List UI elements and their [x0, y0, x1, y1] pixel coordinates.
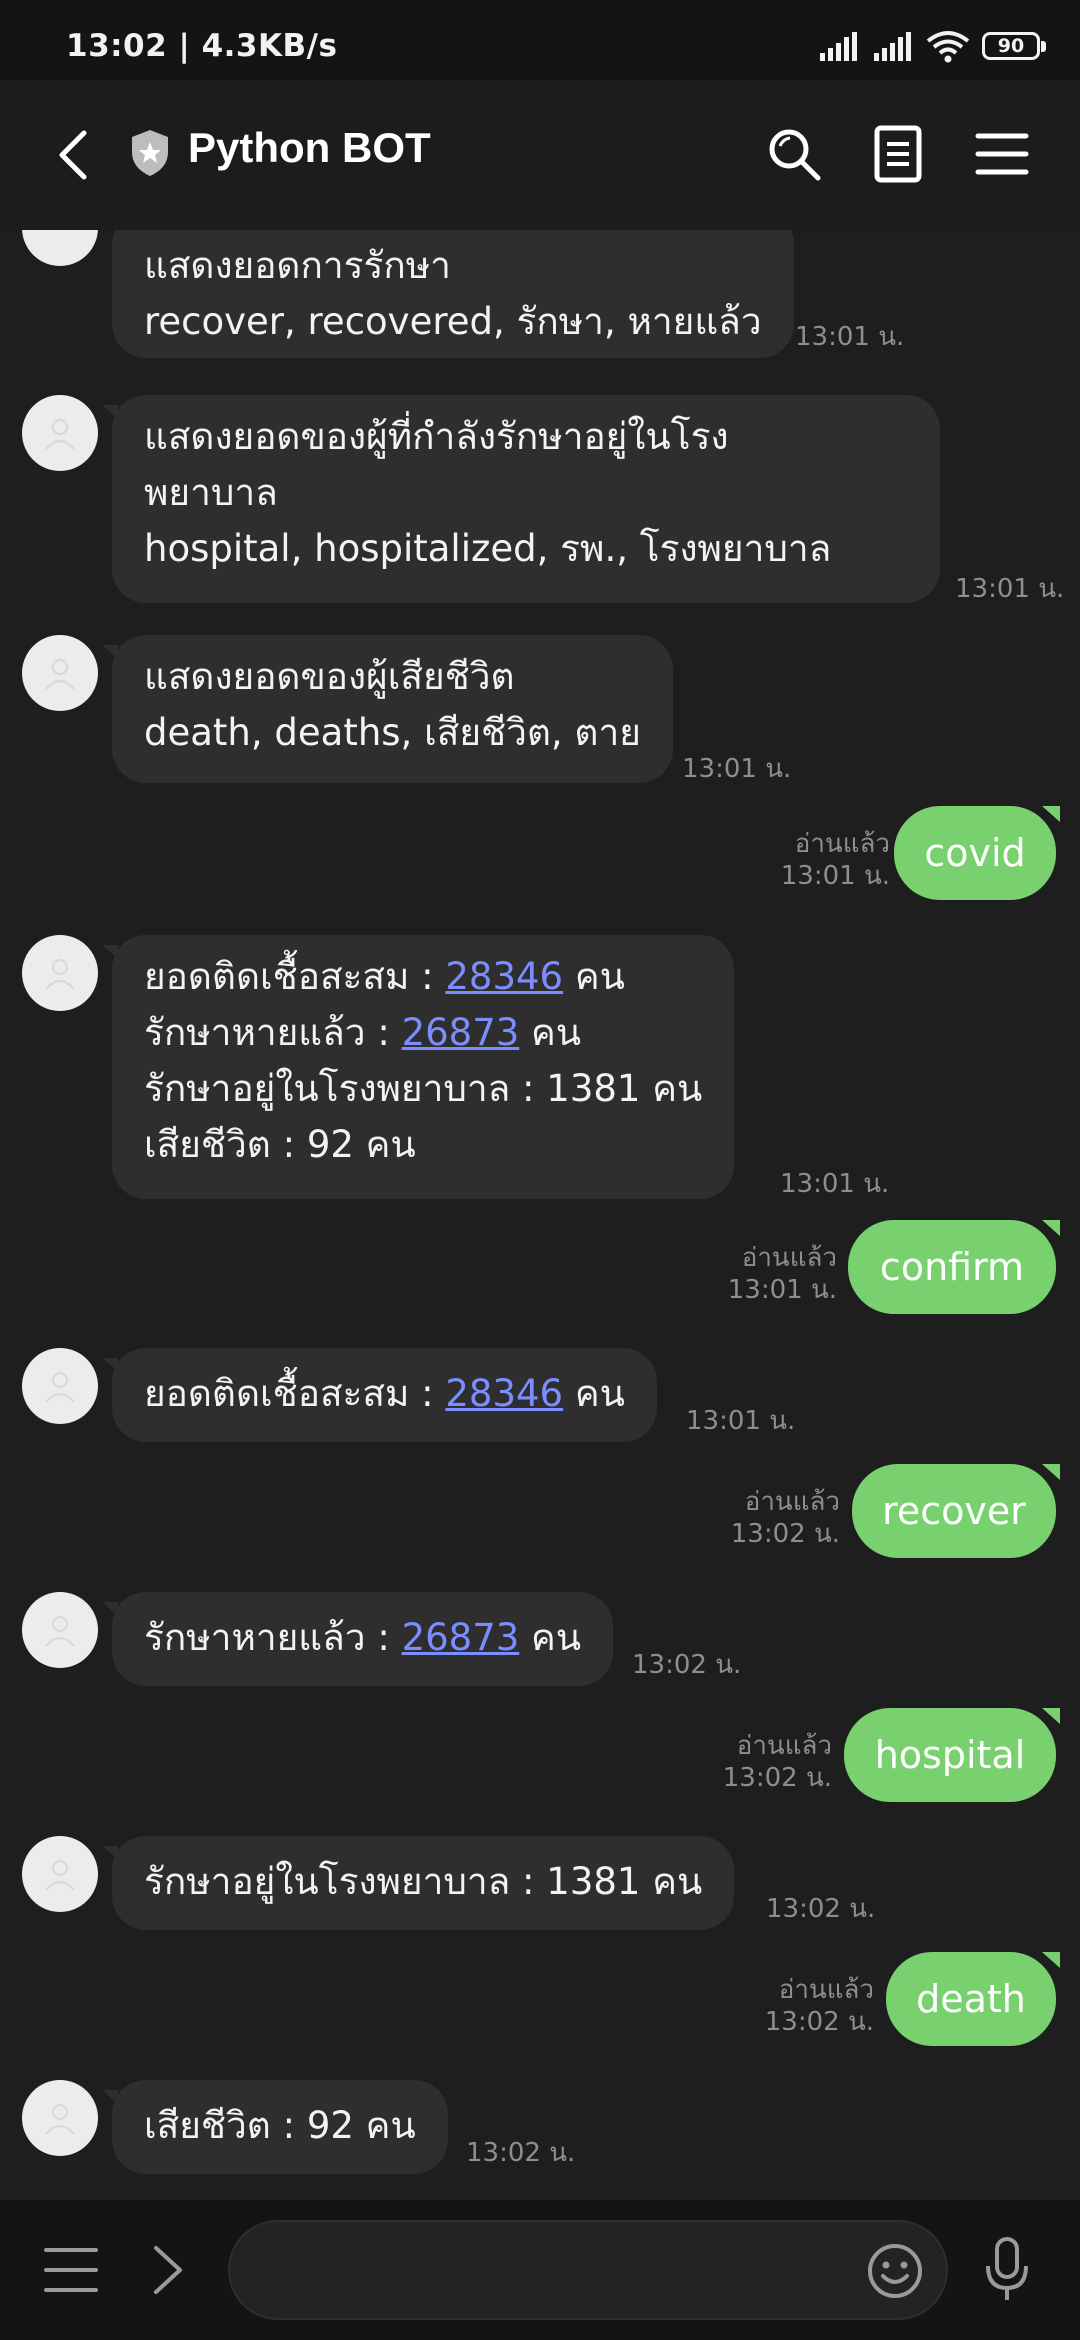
message-time: 13:02 น. [730, 1519, 840, 1549]
message-text: รักษาหายแล้ว : [144, 1616, 402, 1659]
message-text: คน [519, 1011, 582, 1054]
read-receipt: อ่านแล้ว [744, 1487, 840, 1517]
message-text: recover, recovered, รักษา, หายแล้ว [144, 300, 762, 343]
message-time: 13:01 น. [795, 322, 905, 352]
message-text: แสดงยอดของผู้เสียชีวิต [144, 655, 515, 698]
message-text: คน [563, 955, 625, 998]
message-text: hospital, hospitalized, รพ., โรงพยาบาล [144, 527, 832, 570]
message-text: แสดงยอดการรักษา [144, 244, 451, 287]
message-text: พยาบาล [144, 471, 278, 514]
composer-bar [0, 2200, 1080, 2340]
message-bubble[interactable]: แสดงยอดของผู้ที่กำลังรักษาอยู่ในโรง พยาบ… [102, 395, 940, 603]
avatar[interactable] [22, 635, 98, 711]
avatar[interactable] [22, 395, 98, 471]
default-avatar-icon [45, 1616, 75, 1647]
battery-indicator: 90 [982, 32, 1046, 60]
default-avatar-icon [45, 419, 75, 450]
signal-icon-2 [874, 32, 911, 61]
message-bubble[interactable]: รักษาหายแล้ว : 26873 คน [101, 1592, 614, 1686]
chevron-right-icon[interactable] [150, 2244, 186, 2296]
avatar[interactable] [22, 1836, 98, 1912]
status-time: 13:02 | 4.3KB/s [66, 28, 338, 64]
message-text: รักษาหายแล้ว : [144, 1011, 402, 1054]
message-line: ยอดติดเชื้อสะสม : 28346 คน [144, 949, 702, 1005]
chat-header: Python BOT [0, 80, 1080, 230]
message-bubble[interactable]: confirm [848, 1220, 1056, 1314]
back-arrow-icon[interactable] [50, 125, 100, 185]
chat-title: Python BOT [188, 124, 431, 171]
message-bubble[interactable]: เสียชีวิต : 92 คน [102, 2080, 448, 2174]
message-text: รักษาอยู่ในโรงพยาบาล : 1381 คน [144, 1067, 703, 1110]
search-icon[interactable] [764, 124, 824, 184]
default-avatar-icon [45, 1372, 75, 1403]
message-bubble[interactable]: hospital [844, 1708, 1056, 1802]
wifi-icon [926, 31, 970, 63]
message-bubble[interactable]: death [886, 1952, 1056, 2046]
message-list[interactable]: แสดงยอดการรักษา recover, recovered, รักษ… [0, 230, 1080, 2200]
message-input-container[interactable] [228, 2220, 948, 2320]
message-time: 13:02 น. [466, 2138, 576, 2168]
message-text: คน [519, 1616, 582, 1659]
emoji-icon[interactable] [866, 2242, 924, 2300]
menu-icon[interactable] [972, 124, 1032, 184]
message-bubble[interactable]: ยอดติดเชื้อสะสม : 28346 คน [102, 1348, 657, 1442]
message-line: รักษาหายแล้ว : 26873 คน [144, 1005, 702, 1061]
message-meta: อ่านแล้ว 13:01 น. [728, 1242, 837, 1306]
signal-icon [820, 32, 857, 61]
message-text: คน [563, 1372, 625, 1415]
default-avatar-icon [45, 1860, 75, 1891]
hamburger-icon[interactable] [44, 2246, 98, 2294]
message-meta: อ่านแล้ว 13:02 น. [765, 1974, 874, 2038]
read-receipt: อ่านแล้ว [794, 829, 890, 859]
avatar[interactable] [22, 1592, 98, 1668]
message-meta: อ่านแล้ว 13:02 น. [723, 1730, 832, 1794]
default-avatar-icon [45, 959, 75, 990]
message-bubble[interactable]: recover [852, 1464, 1056, 1558]
message-bubble[interactable]: covid [894, 806, 1056, 900]
message-time: 13:02 น. [632, 1650, 742, 1680]
message-meta: อ่านแล้ว 13:01 น. [781, 828, 890, 892]
avatar[interactable] [22, 2080, 98, 2156]
number-link[interactable]: 26873 [402, 1616, 520, 1659]
read-receipt: อ่านแล้ว [736, 1731, 832, 1761]
status-icons: 90 [818, 26, 1046, 66]
message-bubble[interactable]: แสดงยอดของผู้เสียชีวิต death, deaths, เส… [102, 635, 673, 783]
default-avatar-icon [45, 659, 75, 690]
message-text: ยอดติดเชื้อสะสม : [144, 955, 446, 998]
avatar[interactable] [22, 935, 98, 1011]
message-bubble[interactable]: รักษาอยู่ในโรงพยาบาล : 1381 คน [101, 1836, 735, 1930]
message-time: 13:01 น. [682, 754, 792, 784]
avatar[interactable] [22, 230, 98, 266]
message-time: 13:01 น. [727, 1275, 837, 1305]
message-meta: อ่านแล้ว 13:02 น. [731, 1486, 840, 1550]
message-bubble[interactable]: แสดงยอดการรักษา recover, recovered, รักษ… [102, 230, 794, 358]
message-bubble[interactable]: ยอดติดเชื้อสะสม : 28346 คน รักษาหายแล้ว … [101, 935, 735, 1199]
message-text: เสียชีวิต : 92 คน [144, 1123, 416, 1166]
message-time: 13:01 น. [780, 1169, 890, 1199]
microphone-icon[interactable] [984, 2236, 1030, 2304]
message-time: 13:01 น. [780, 861, 890, 891]
number-link[interactable]: 28346 [445, 1372, 563, 1415]
status-bar: 13:02 | 4.3KB/s 90 [0, 0, 1080, 80]
read-receipt: อ่านแล้ว [778, 1975, 874, 2005]
avatar[interactable] [22, 1348, 98, 1424]
notes-icon[interactable] [868, 124, 928, 184]
number-link[interactable]: 26873 [402, 1011, 520, 1054]
message-text: ยอดติดเชื้อสะสม : [144, 1372, 446, 1415]
message-input[interactable] [260, 2242, 864, 2300]
message-time: 13:02 น. [766, 1894, 876, 1924]
message-text: death, deaths, เสียชีวิต, ตาย [144, 711, 641, 754]
number-link[interactable]: 28346 [445, 955, 563, 998]
message-text: แสดงยอดของผู้ที่กำลังรักษาอยู่ในโรง [144, 415, 729, 458]
message-time: 13:02 น. [764, 2007, 874, 2037]
message-time: 13:01 น. [955, 574, 1065, 604]
message-time: 13:02 น. [722, 1763, 832, 1793]
shield-star-icon [132, 130, 168, 176]
message-time: 13:01 น. [686, 1406, 796, 1436]
default-avatar-icon [45, 2104, 75, 2135]
read-receipt: อ่านแล้ว [741, 1243, 837, 1273]
